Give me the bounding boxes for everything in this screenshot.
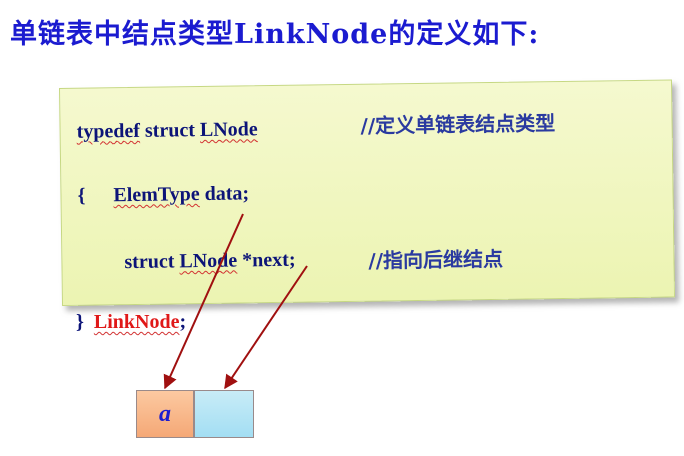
data-field-arrow: [163, 213, 244, 390]
pointer-arrows: [163, 213, 308, 390]
next-field-arrow: [224, 265, 308, 390]
